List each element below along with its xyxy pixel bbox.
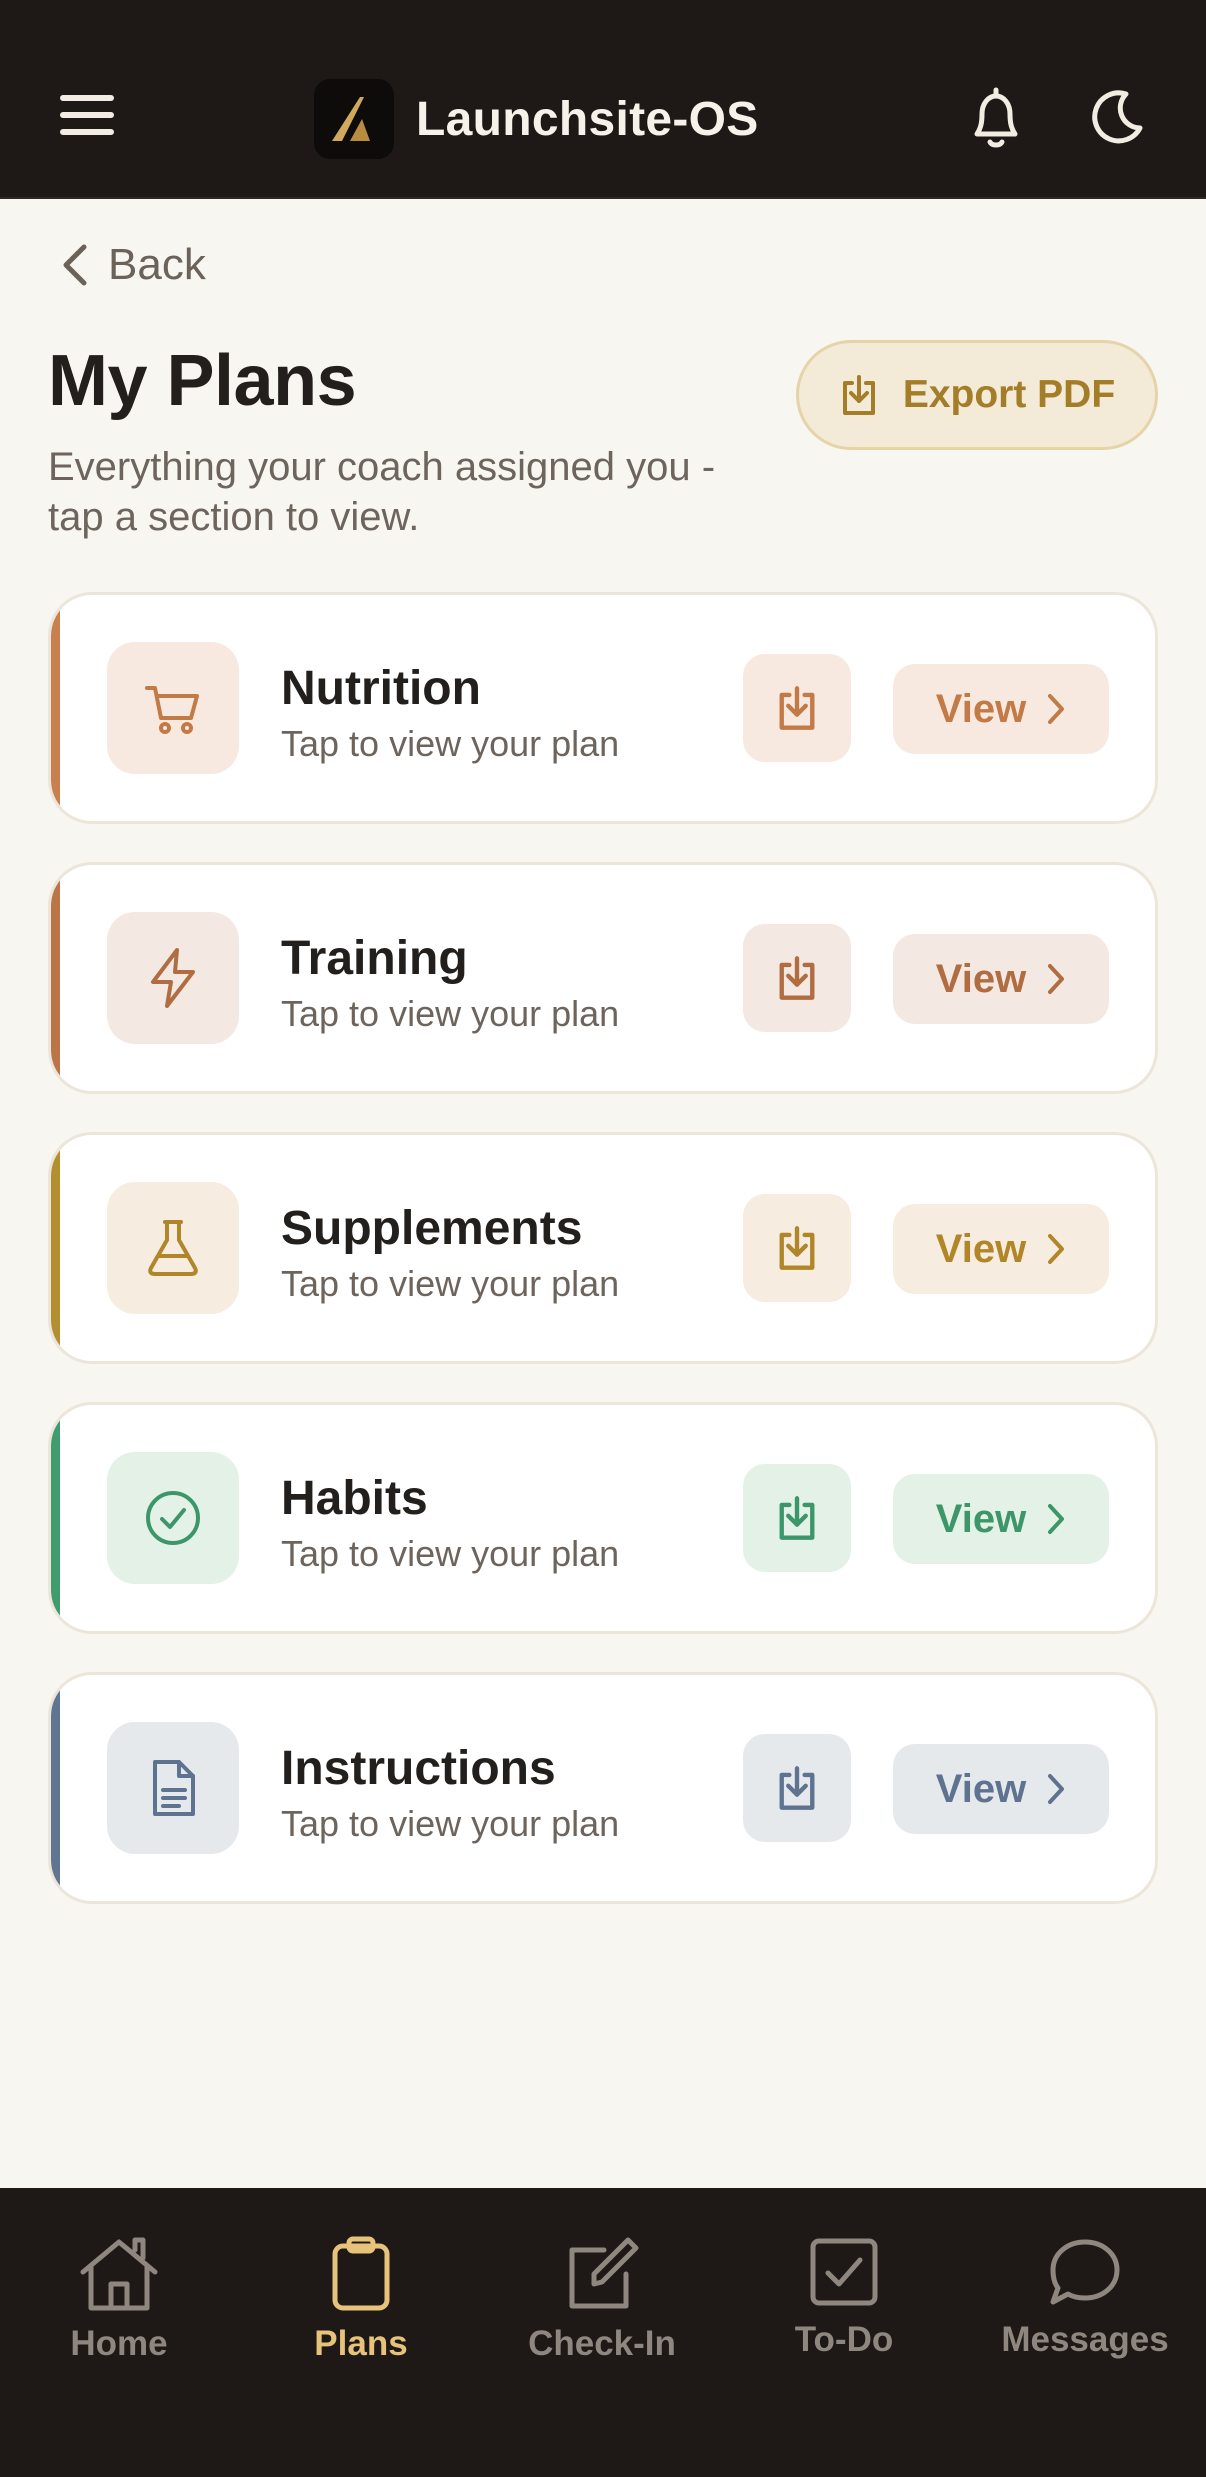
plan-title: Supplements	[281, 1202, 583, 1255]
plan-download-button[interactable]	[743, 654, 851, 762]
plan-view-button[interactable]: View	[893, 1474, 1109, 1564]
nav-plans[interactable]: Plans	[251, 2236, 471, 2364]
plan-card-training[interactable]: Training Tap to view your plan View	[48, 862, 1158, 1094]
view-label: View	[935, 1766, 1027, 1811]
bell-icon[interactable]	[965, 86, 1027, 157]
download-icon	[779, 1496, 815, 1540]
plan-view-button[interactable]: View	[893, 664, 1109, 754]
plan-title: Nutrition	[281, 662, 481, 715]
plan-view-button[interactable]: View	[893, 1204, 1109, 1294]
plan-subtitle: Tap to view your plan	[281, 1533, 620, 1574]
home-icon	[80, 2237, 158, 2311]
download-icon	[779, 686, 815, 730]
lightning-icon	[107, 912, 239, 1044]
download-icon	[779, 1766, 815, 1810]
plan-title: Training	[281, 932, 468, 985]
export-pdf-button[interactable]: Export PDF	[796, 340, 1158, 450]
plan-title: Habits	[281, 1472, 428, 1525]
plan-download-button[interactable]	[743, 1464, 851, 1572]
page-subtitle: Everything your coach assigned you - tap…	[48, 445, 716, 539]
plan-subtitle: Tap to view your plan	[281, 723, 620, 764]
view-label: View	[935, 956, 1027, 1001]
card-accent-bar	[51, 1675, 60, 1901]
view-label: View	[935, 1226, 1027, 1271]
download-icon	[779, 956, 815, 1000]
nav-messages[interactable]: Messages	[975, 2236, 1195, 2360]
bottom-nav: Home Plans Check-In To-Do Messages	[0, 2188, 1206, 2477]
plan-subtitle: Tap to view your plan	[281, 993, 620, 1034]
plan-download-button[interactable]	[743, 924, 851, 1032]
card-accent-bar	[51, 1405, 60, 1631]
chevron-right-icon	[1048, 1234, 1065, 1264]
back-label: Back	[108, 240, 206, 289]
nav-messages-label: Messages	[1001, 2320, 1169, 2359]
flask-icon	[107, 1182, 239, 1314]
hamburger-menu-icon[interactable]	[60, 95, 118, 141]
app-logo	[314, 79, 394, 159]
nav-home[interactable]: Home	[9, 2236, 229, 2364]
document-icon	[107, 1722, 239, 1854]
brand[interactable]: Launchsite-OS	[314, 79, 759, 159]
chevron-left-icon	[63, 244, 87, 286]
view-label: View	[935, 686, 1027, 731]
plan-card-nutrition[interactable]: Nutrition Tap to view your plan View	[48, 592, 1158, 824]
nav-to-do[interactable]: To-Do	[734, 2236, 954, 2360]
chat-icon	[1050, 2239, 1120, 2305]
plan-title: Instructions	[281, 1742, 556, 1795]
card-accent-bar	[51, 1135, 60, 1361]
chevron-right-icon	[1048, 1504, 1065, 1534]
nav-check-in-label: Check-In	[528, 2324, 676, 2363]
app-name: Launchsite-OS	[416, 92, 759, 146]
moon-icon[interactable]	[1086, 88, 1146, 153]
cart-icon	[107, 642, 239, 774]
edit-icon	[569, 2237, 639, 2309]
plan-download-button[interactable]	[743, 1194, 851, 1302]
page-title: My Plans	[48, 341, 357, 421]
download-icon	[779, 1226, 815, 1270]
plan-download-button[interactable]	[743, 1734, 851, 1842]
clipboard-icon	[332, 2236, 390, 2311]
plan-view-button[interactable]: View	[893, 1744, 1109, 1834]
back-link[interactable]: Back	[60, 240, 206, 290]
card-accent-bar	[51, 595, 60, 821]
top-app-bar: Launchsite-OS	[0, 0, 1206, 199]
card-accent-bar	[51, 865, 60, 1091]
check-circle-icon	[107, 1452, 239, 1584]
nav-plans-label: Plans	[314, 2324, 408, 2363]
plan-subtitle: Tap to view your plan	[281, 1803, 620, 1844]
checkbox-icon	[810, 2238, 878, 2306]
chevron-right-icon	[1048, 694, 1065, 724]
chevron-right-icon	[1048, 1774, 1065, 1804]
nav-to-do-label: To-Do	[794, 2320, 894, 2359]
plan-card-habits[interactable]: Habits Tap to view your plan View	[48, 1402, 1158, 1634]
nav-check-in[interactable]: Check-In	[492, 2236, 712, 2364]
plan-subtitle: Tap to view your plan	[281, 1263, 620, 1304]
plan-card-instructions[interactable]: Instructions Tap to view your plan View	[48, 1672, 1158, 1904]
plan-view-button[interactable]: View	[893, 934, 1109, 1024]
chevron-right-icon	[1048, 964, 1065, 994]
nav-home-label: Home	[70, 2324, 168, 2363]
download-icon	[842, 375, 875, 415]
plan-card-supplements[interactable]: Supplements Tap to view your plan View	[48, 1132, 1158, 1364]
view-label: View	[935, 1496, 1027, 1541]
export-pdf-label: Export PDF	[902, 373, 1116, 416]
